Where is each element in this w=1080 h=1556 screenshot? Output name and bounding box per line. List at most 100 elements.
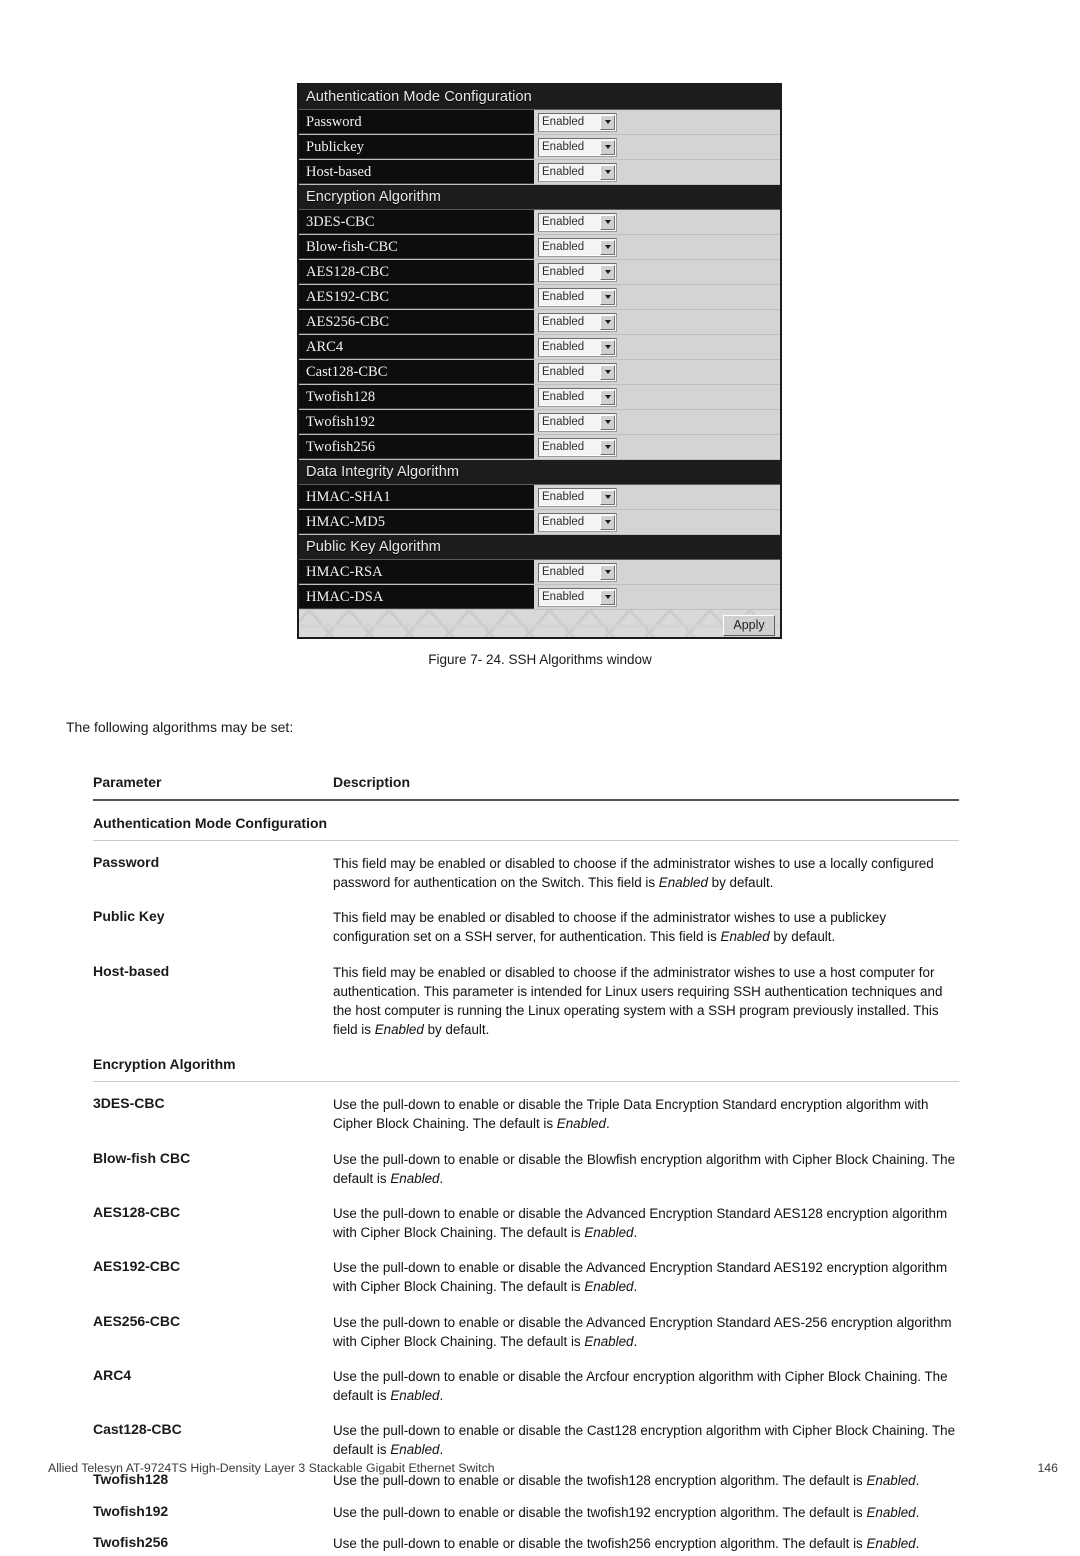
setting-row: AES192-CBC Enabled	[299, 285, 780, 310]
chevron-down-icon[interactable]	[600, 139, 615, 155]
table-row: Twofish256 Use the pull-down to enable or…	[93, 1525, 959, 1556]
parameter-name: Cast128-CBC	[93, 1421, 182, 1438]
table-row: AES128-CBC Use the pull-down to enable or…	[93, 1191, 959, 1245]
chevron-down-icon[interactable]	[600, 214, 615, 230]
setting-row: Password Enabled	[299, 110, 780, 135]
enabled-dropdown[interactable]: Enabled	[538, 237, 617, 257]
dropdown-value: Enabled	[542, 290, 585, 303]
parameter-description: Use the pull-down to enable or disable t…	[333, 1504, 920, 1520]
column-header-description: Description	[333, 774, 411, 790]
enabled-dropdown[interactable]: Enabled	[538, 137, 617, 157]
section-header: Authentication Mode Configuration	[299, 85, 780, 110]
parameter-description: Use the pull-down to enable or disable t…	[333, 1097, 929, 1132]
chevron-down-icon[interactable]	[600, 414, 615, 430]
chevron-down-icon[interactable]	[600, 289, 615, 305]
dropdown-value: Enabled	[542, 515, 585, 528]
chevron-down-icon[interactable]	[600, 364, 615, 380]
setting-row: Cast128-CBC Enabled	[299, 360, 780, 385]
ssh-algorithms-window: Authentication Mode Configuration Passwor…	[299, 85, 780, 637]
dropdown-value: Enabled	[542, 115, 585, 128]
dropdown-value: Enabled	[542, 165, 585, 178]
setting-field: Enabled	[534, 210, 780, 234]
setting-field: Enabled	[534, 360, 780, 384]
enabled-dropdown[interactable]: Enabled	[538, 162, 617, 182]
enabled-dropdown[interactable]: Enabled	[538, 512, 617, 532]
setting-row: HMAC-SHA1 Enabled	[299, 485, 780, 510]
enabled-dropdown[interactable]: Enabled	[538, 362, 617, 382]
parameter-description: Use the pull-down to enable or disable t…	[333, 1205, 948, 1241]
chevron-down-icon[interactable]	[600, 589, 615, 605]
parameter-name: Password	[93, 854, 160, 870]
setting-field: Enabled	[534, 435, 780, 459]
ssh-algorithms-window-figure: Authentication Mode Configuration Passwor…	[297, 83, 782, 639]
chevron-down-icon[interactable]	[600, 164, 615, 180]
setting-row: AES256-CBC Enabled	[299, 310, 780, 335]
ssh-settings-list: Authentication Mode Configuration Passwor…	[299, 85, 780, 610]
enabled-dropdown[interactable]: Enabled	[538, 287, 617, 307]
apply-button[interactable]: Apply	[723, 615, 775, 636]
enabled-dropdown[interactable]: Enabled	[538, 212, 617, 232]
setting-row: Host-based Enabled	[299, 160, 780, 185]
setting-label: HMAC-MD5	[299, 510, 534, 534]
table-body: Authentication Mode Configuration Passwor…	[93, 801, 959, 1556]
enabled-dropdown[interactable]: Enabled	[538, 587, 617, 607]
apply-bar: Apply	[299, 610, 780, 637]
setting-label: HMAC-DSA	[299, 585, 534, 609]
setting-field: Enabled	[534, 110, 780, 134]
enabled-dropdown[interactable]: Enabled	[538, 312, 617, 332]
chevron-down-icon[interactable]	[600, 564, 615, 580]
setting-row: ARC4 Enabled	[299, 335, 780, 360]
setting-field: Enabled	[534, 335, 780, 359]
setting-row: HMAC-DSA Enabled	[299, 585, 780, 610]
parameter-name: AES256-CBC	[93, 1312, 181, 1329]
table-header-row: Parameter Description	[93, 774, 959, 801]
setting-label: Twofish256	[299, 435, 534, 459]
parameter-description: This field may be enabled or disabled to…	[333, 964, 943, 1038]
enabled-dropdown[interactable]: Enabled	[538, 112, 617, 132]
enabled-dropdown[interactable]: Enabled	[538, 262, 617, 282]
watermark-pattern	[299, 610, 780, 637]
parameter-description: Use the pull-down to enable or disable t…	[333, 1151, 956, 1186]
parameter-description: Use the pull-down to enable or disable t…	[333, 1260, 948, 1295]
table-row: AES192-CBC Use the pull-down to enable or…	[93, 1245, 959, 1299]
setting-label: Blow-fish-CBC	[299, 235, 534, 259]
setting-label: ARC4	[299, 335, 534, 359]
enabled-dropdown[interactable]: Enabled	[538, 387, 617, 407]
intro-text: The following algorithms may be set:	[66, 719, 294, 735]
enabled-dropdown[interactable]: Enabled	[538, 437, 617, 457]
parameter-name: AES128-CBC	[93, 1203, 181, 1220]
chevron-down-icon[interactable]	[600, 314, 615, 330]
chevron-down-icon[interactable]	[600, 264, 615, 280]
dropdown-value: Enabled	[542, 440, 585, 453]
chevron-down-icon[interactable]	[600, 339, 615, 355]
setting-label: Cast128-CBC	[299, 360, 534, 384]
chevron-down-icon[interactable]	[600, 489, 615, 505]
chevron-down-icon[interactable]	[600, 514, 615, 530]
dropdown-value: Enabled	[542, 415, 585, 428]
section-header: Public Key Algorithm	[299, 535, 780, 560]
dropdown-value: Enabled	[542, 340, 585, 353]
table-row: Blow-fish CBC Use the pull-down to enable…	[93, 1137, 959, 1191]
parameter-name: Host-based	[93, 962, 170, 979]
setting-field: Enabled	[534, 385, 780, 409]
enabled-dropdown[interactable]: Enabled	[538, 412, 617, 432]
setting-field: Enabled	[534, 260, 780, 284]
parameter-description: This field may be enabled or disabled to…	[333, 910, 887, 945]
table-row: Public Key This field may be enabled or d…	[93, 895, 959, 949]
setting-label: Password	[299, 110, 534, 134]
chevron-down-icon[interactable]	[600, 439, 615, 455]
section-header: Data Integrity Algorithm	[299, 460, 780, 485]
chevron-down-icon[interactable]	[600, 239, 615, 255]
setting-row: HMAC-MD5 Enabled	[299, 510, 780, 535]
enabled-dropdown[interactable]: Enabled	[538, 337, 617, 357]
setting-label: Twofish128	[299, 385, 534, 409]
table-row: AES256-CBC Use the pull-down to enable or…	[93, 1300, 959, 1354]
chevron-down-icon[interactable]	[600, 389, 615, 405]
chevron-down-icon[interactable]	[600, 114, 615, 130]
enabled-dropdown[interactable]: Enabled	[538, 487, 617, 507]
enabled-dropdown[interactable]: Enabled	[538, 562, 617, 582]
setting-row: AES128-CBC Enabled	[299, 260, 780, 285]
table-row: Cast128-CBC Use the pull-down to enable o…	[93, 1408, 959, 1462]
setting-label: Host-based	[299, 160, 534, 184]
setting-row: Twofish128 Enabled	[299, 385, 780, 410]
